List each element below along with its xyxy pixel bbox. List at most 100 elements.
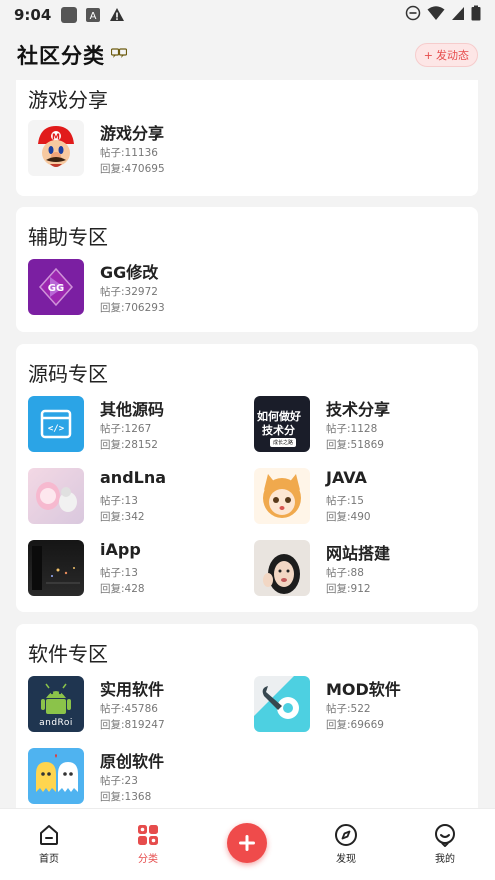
section-title: 游戏分享 [28,88,108,112]
category-item-java[interactable]: JAVA 帖子:15 回复:490 [254,468,474,524]
reply-count: 回复:342 [100,511,145,523]
section-title: 源码专区 [28,362,108,386]
category-item-mod-software[interactable]: MOD软件 帖子:522 回复:69669 [254,676,474,732]
android-logo-thumbnail: andRoi [28,676,84,732]
reply-count: 回复:28152 [100,439,158,451]
category-name: 技术分享 [326,400,391,419]
post-count: 帖子:32972 [100,286,158,298]
tab-label: 发现 [336,854,356,865]
mario-thumbnail: M [28,120,84,176]
section-card-software: 软件专区 andRoi 实用软件 帖子:45786 回复:819247 MOD软… [16,624,478,808]
category-name: 其他源码 [100,400,165,419]
category-name: andLna [100,468,167,487]
tab-home[interactable]: 首页 [19,823,79,865]
category-item-original-software[interactable]: 原创软件 帖子:23 回复:1368 [28,748,248,804]
section-card-game-share: 游戏分享 M 游戏分享 帖子:11136 回复:470695 [16,80,478,196]
category-name: 实用软件 [100,680,165,699]
category-name: MOD软件 [326,680,401,699]
svg-text:GG: GG [48,283,64,294]
tab-category[interactable]: 分类 [118,823,178,865]
post-count: 帖子:11136 [100,147,158,159]
category-grid-icon [138,825,158,845]
section-title: 软件专区 [28,642,108,666]
category-item-andlna[interactable]: andLna 帖子:13 回复:342 [28,468,248,524]
battery-icon [471,5,481,25]
tech-share-thumbnail: 如何做好 技术分 成长之路 [254,396,310,452]
category-item-website[interactable]: 网站搭建 帖子:88 回复:912 [254,540,474,596]
post-update-button[interactable]: + 发动态 [414,43,478,67]
post-count: 帖子:13 [100,567,138,579]
notification-app-icon [61,7,78,23]
post-count: 帖子:522 [326,703,371,715]
plus-icon [239,835,255,851]
status-time: 9:04 [14,6,52,24]
post-count: 帖子:1128 [326,423,378,435]
reply-count: 回复:428 [100,583,145,595]
section-title: 辅助专区 [28,225,108,249]
bottom-tab-bar: 首页 分类 发现 我的 [0,808,495,880]
category-name: 游戏分享 [100,124,165,143]
ghost-thumbnail [28,748,84,804]
gg-logo-thumbnail: GG [28,259,84,315]
reply-count: 回复:470695 [100,163,165,175]
app-header: 社区分类 + 发动态 [0,30,495,80]
page-title: 社区分类 [17,44,105,68]
publish-button[interactable] [227,823,267,863]
category-item-iapp[interactable]: iApp 帖子:13 回复:428 [28,540,248,596]
reply-count: 回复:706293 [100,302,165,314]
anime-girl-thumbnail [28,468,84,524]
category-list[interactable]: 游戏分享 M 游戏分享 帖子:11136 回复:470695 辅助专区 GG G… [0,80,495,808]
home-icon [40,825,58,845]
status-bar: 9:04 A [0,0,495,30]
section-card-source-code: 源码专区 </> 其他源码 帖子:1267 回复:28152 如何做好 技术分 … [16,344,478,612]
category-item-other-source[interactable]: </> 其他源码 帖子:1267 回复:28152 [28,396,248,452]
tab-label: 分类 [138,854,158,865]
warning-icon [109,7,125,23]
person-photo-thumbnail [254,540,310,596]
svg-text:A: A [90,11,97,22]
anime-cat-girl-thumbnail [254,468,310,524]
post-update-label: 发动态 [436,49,469,62]
reply-count: 回复:69669 [326,719,384,731]
category-name: 网站搭建 [326,544,391,563]
plus-icon: + [423,48,433,62]
tab-discover[interactable]: 发现 [316,823,376,865]
category-name: 原创软件 [100,752,165,771]
profile-icon [435,824,455,847]
category-name: JAVA [326,468,367,487]
reply-count: 回复:490 [326,511,371,523]
post-count: 帖子:23 [100,775,138,787]
category-item-gg-mod[interactable]: GG GG修改 帖子:32972 回复:706293 [28,259,248,315]
wifi-icon [427,5,445,25]
category-item-game-share[interactable]: M 游戏分享 帖子:11136 回复:470695 [28,120,248,176]
category-name: GG修改 [100,263,159,282]
code-window-icon: </> [28,396,84,452]
night-city-thumbnail [28,540,84,596]
post-count: 帖子:88 [326,567,364,579]
category-item-tech-share[interactable]: 如何做好 技术分 成长之路 技术分享 帖子:1128 回复:51869 [254,396,474,452]
reply-count: 回复:1368 [100,791,152,803]
tech-thumb-line3: 成长之路 [270,438,297,447]
svg-text:</>: </> [48,424,65,434]
post-count: 帖子:13 [100,495,138,507]
section-card-assist: 辅助专区 GG GG修改 帖子:32972 回复:706293 [16,207,478,332]
tab-profile[interactable]: 我的 [415,823,475,865]
post-count: 帖子:15 [326,495,364,507]
reply-count: 回复:819247 [100,719,165,731]
notification-a-icon: A [85,7,101,23]
category-item-utility-software[interactable]: andRoi 实用软件 帖子:45786 回复:819247 [28,676,248,732]
cellular-signal-icon [451,5,465,25]
reply-count: 回复:912 [326,583,371,595]
tab-label: 我的 [435,854,455,865]
category-name: iApp [100,540,141,559]
compass-icon [335,824,357,846]
reply-count: 回复:51869 [326,439,384,451]
post-count: 帖子:45786 [100,703,158,715]
android-thumb-text: andRoi [39,718,73,728]
post-count: 帖子:1267 [100,423,152,435]
tech-thumb-line2: 技术分 [262,424,295,437]
tab-label: 首页 [39,854,59,865]
settings-wrench-thumbnail [254,676,310,732]
chat-bubble-icon [110,47,128,63]
do-not-disturb-icon [405,5,421,25]
